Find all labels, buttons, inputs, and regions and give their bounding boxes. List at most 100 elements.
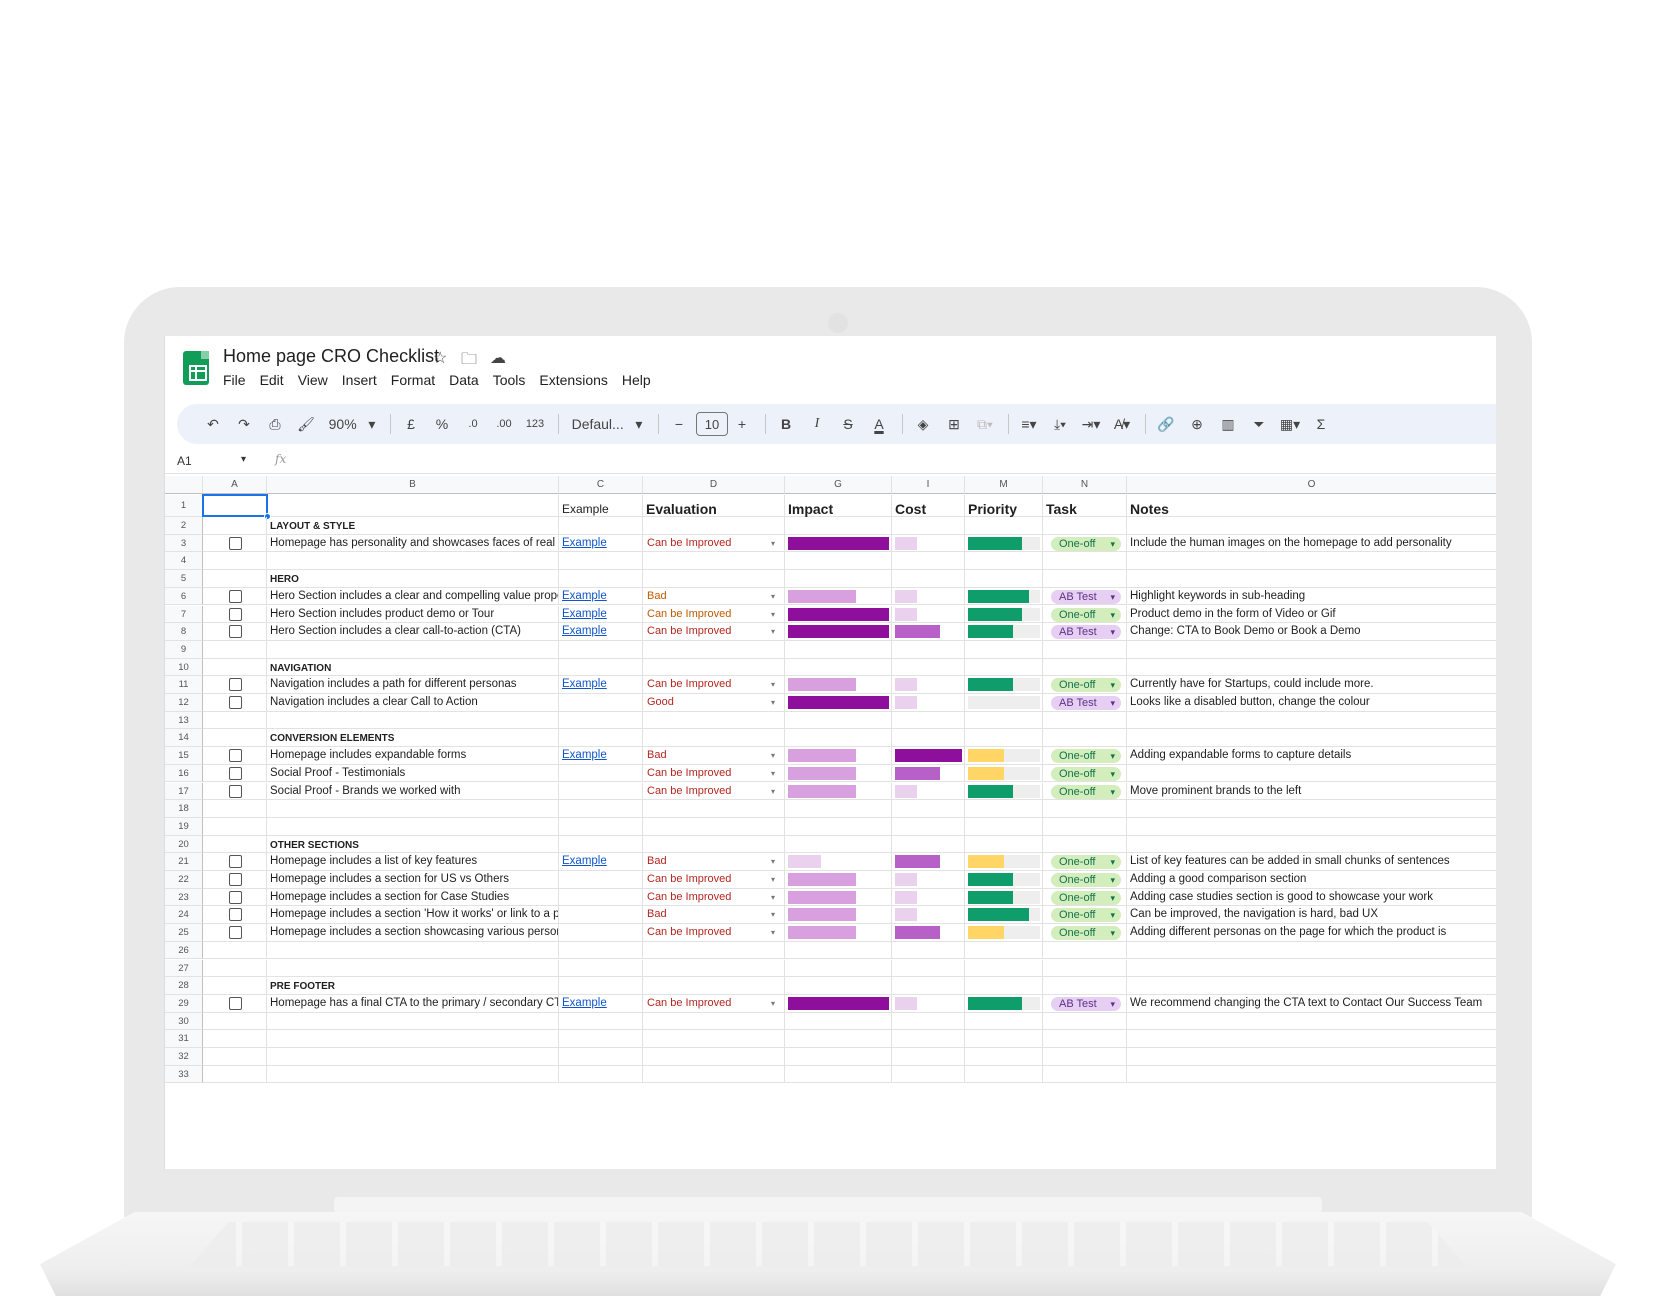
row-header[interactable]: 24 — [165, 906, 203, 925]
menu-edit[interactable]: Edit — [260, 372, 284, 388]
cell[interactable] — [559, 658, 643, 677]
cell[interactable] — [965, 977, 1043, 995]
cell[interactable] — [892, 817, 965, 836]
cell[interactable] — [559, 694, 643, 712]
text-rotation-icon[interactable]: A̸▾ — [1108, 410, 1136, 438]
cell[interactable] — [559, 817, 643, 836]
name-box-dropdown-icon[interactable]: ▾ — [241, 454, 246, 465]
row-header[interactable]: 13 — [165, 711, 203, 730]
cell[interactable] — [643, 517, 785, 535]
cell[interactable] — [965, 800, 1043, 818]
italic-button[interactable]: I — [803, 410, 831, 438]
notes-cell[interactable]: Change: CTA to Book Demo or Book a Demo — [1127, 623, 1496, 641]
cell[interactable] — [267, 1012, 559, 1031]
cell[interactable] — [643, 711, 785, 730]
menu-file[interactable]: File — [223, 372, 246, 388]
cell[interactable] — [203, 570, 267, 588]
row-header[interactable]: 1 — [165, 495, 203, 517]
cell[interactable] — [1127, 712, 1496, 730]
row-checkbox[interactable] — [229, 678, 242, 692]
row-checkbox[interactable] — [229, 536, 242, 550]
column-header-b[interactable]: B — [267, 476, 559, 494]
checklist-item[interactable]: Homepage has a final CTA to the primary … — [267, 995, 558, 1013]
cell[interactable] — [785, 640, 892, 659]
insert-comment-icon[interactable]: ⊕ — [1183, 410, 1211, 438]
cell[interactable] — [643, 800, 785, 818]
cell[interactable] — [1043, 1065, 1127, 1084]
row-header[interactable]: 32 — [165, 1048, 203, 1066]
cell[interactable] — [203, 552, 267, 571]
cell[interactable] — [965, 552, 1043, 571]
cell[interactable] — [1127, 552, 1496, 571]
row-header[interactable]: 9 — [165, 640, 203, 659]
row-header[interactable]: 21 — [165, 853, 203, 871]
row-header[interactable]: 8 — [165, 623, 203, 641]
cell[interactable] — [559, 517, 643, 535]
cell[interactable] — [892, 959, 965, 978]
row-header[interactable]: 27 — [165, 959, 203, 978]
cell[interactable] — [643, 1048, 785, 1066]
notes-cell[interactable]: Include the human images on the homepage… — [1127, 535, 1496, 553]
percent-format-button[interactable]: % — [428, 410, 456, 438]
cell[interactable] — [203, 817, 267, 836]
bold-button[interactable]: B — [772, 410, 800, 438]
cell[interactable] — [267, 495, 559, 517]
more-formats-button[interactable]: 123 — [521, 410, 549, 438]
cell[interactable] — [559, 570, 643, 588]
cell[interactable] — [559, 941, 643, 960]
cell[interactable] — [892, 1012, 965, 1031]
evaluation-dropdown[interactable]: Bad — [643, 747, 784, 765]
cell[interactable] — [785, 1048, 892, 1066]
cell[interactable] — [1127, 800, 1496, 818]
filter-views-icon[interactable]: ▦▾ — [1276, 410, 1304, 438]
header-c[interactable]: Example — [559, 497, 643, 519]
row-checkbox[interactable] — [229, 908, 242, 922]
cell[interactable] — [267, 941, 559, 960]
cell[interactable] — [559, 924, 643, 942]
row-header[interactable]: 28 — [165, 977, 203, 995]
evaluation-dropdown[interactable]: Can be Improved — [643, 783, 784, 801]
task-chip[interactable]: One-off — [1051, 536, 1121, 551]
evaluation-dropdown[interactable]: Bad — [643, 906, 784, 924]
cell[interactable] — [559, 782, 643, 801]
checklist-item[interactable]: Navigation includes a clear Call to Acti… — [267, 694, 558, 712]
cell[interactable] — [785, 959, 892, 978]
cell[interactable] — [1043, 729, 1127, 748]
menu-view[interactable]: View — [298, 372, 328, 388]
cell[interactable] — [203, 959, 267, 978]
example-link[interactable]: Example — [559, 606, 639, 624]
cell[interactable] — [892, 1048, 965, 1066]
checklist-item[interactable]: Navigation includes a path for different… — [267, 676, 558, 694]
functions-button[interactable]: Σ — [1307, 410, 1335, 438]
cell[interactable] — [965, 1048, 1043, 1066]
column-header-a[interactable]: A — [203, 476, 267, 494]
task-chip[interactable]: One-off — [1051, 678, 1121, 693]
merge-cells-icon[interactable]: ⧉▾ — [971, 410, 999, 438]
cell[interactable] — [785, 941, 892, 960]
checklist-item[interactable]: Social Proof - Testimonials — [267, 765, 558, 783]
task-chip[interactable]: AB Test — [1051, 996, 1121, 1011]
cell[interactable] — [643, 835, 785, 854]
menu-help[interactable]: Help — [622, 372, 651, 388]
example-link[interactable]: Example — [559, 747, 639, 765]
cell[interactable] — [892, 1065, 965, 1084]
evaluation-dropdown[interactable]: Can be Improved — [643, 889, 784, 907]
cell[interactable] — [559, 959, 643, 978]
cell[interactable] — [965, 817, 1043, 836]
cell[interactable] — [785, 570, 892, 588]
cell[interactable] — [643, 1065, 785, 1084]
notes-cell[interactable]: Looks like a disabled button, change the… — [1127, 694, 1496, 712]
row-checkbox[interactable] — [229, 696, 242, 709]
task-chip[interactable]: AB Test — [1051, 696, 1121, 710]
cell[interactable] — [1127, 1013, 1496, 1031]
header-o[interactable]: Notes — [1127, 497, 1496, 519]
cell[interactable] — [559, 1048, 643, 1066]
evaluation-dropdown[interactable]: Bad — [643, 853, 784, 871]
cell[interactable] — [1127, 836, 1496, 854]
increase-font-size-icon[interactable]: + — [728, 410, 756, 438]
task-chip[interactable]: One-off — [1051, 908, 1121, 923]
example-link[interactable]: Example — [559, 853, 639, 871]
cell[interactable] — [1043, 711, 1127, 730]
checklist-item[interactable]: Hero Section includes a clear call-to-ac… — [267, 623, 558, 641]
cell[interactable] — [203, 658, 267, 677]
